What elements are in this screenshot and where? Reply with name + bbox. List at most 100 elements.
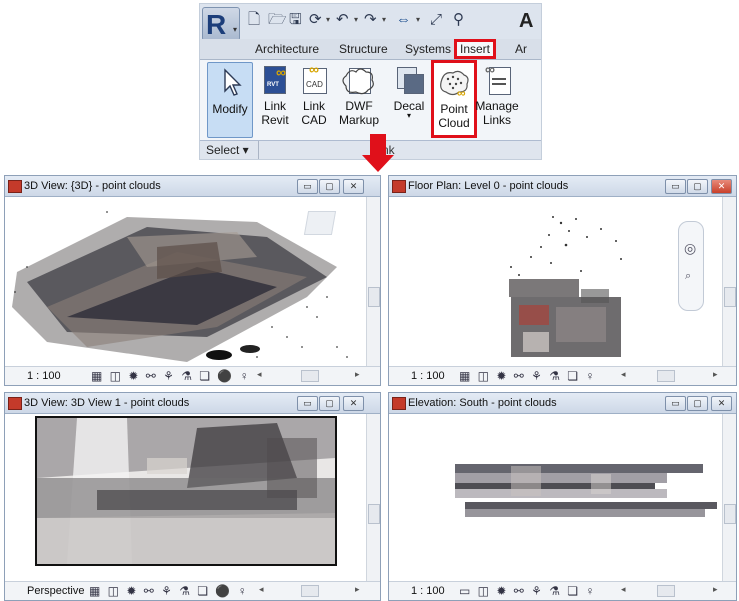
- close-button[interactable]: ✕: [711, 396, 732, 411]
- chevron-down-icon[interactable]: ▾: [382, 15, 386, 24]
- close-button[interactable]: ✕: [343, 179, 364, 194]
- view-title: 3D View: {3D} - point clouds: [24, 180, 161, 192]
- view-control-bar: 1 : 100 ▭ ◫ ✹ ⚯ ⚘ ⚗ ❏ ♀ ◂ ▸: [389, 581, 736, 600]
- view-canvas[interactable]: ◎ ⌕: [391, 197, 722, 366]
- revit-view-icon: [8, 180, 22, 193]
- scroll-right-icon[interactable]: ▸: [713, 584, 718, 595]
- maximize-button[interactable]: ▢: [319, 179, 340, 194]
- minimize-button[interactable]: ▭: [297, 179, 318, 194]
- open-folder-icon[interactable]: 🗁: [268, 12, 287, 27]
- tab-systems[interactable]: Systems: [405, 42, 451, 56]
- chevron-down-icon: ▾: [232, 25, 237, 34]
- scroll-thumb[interactable]: [368, 504, 380, 524]
- maximize-button[interactable]: ▢: [319, 396, 340, 411]
- scroll-thumb[interactable]: [724, 287, 736, 307]
- divider: [258, 141, 259, 159]
- link-cad-button[interactable]: CAD ∞ Link CAD: [296, 60, 332, 138]
- view-titlebar: Floor Plan: Level 0 - point clouds ▭ ▢ ✕: [389, 176, 736, 197]
- manage-links-button[interactable]: ∞ Manage Links: [474, 60, 520, 138]
- scroll-right-icon[interactable]: ▸: [355, 369, 360, 380]
- horizontal-scroll-thumb[interactable]: [301, 585, 319, 597]
- view-control-icons[interactable]: ▭ ◫ ✹ ⚯ ⚘ ⚗ ❏ ♀: [459, 584, 596, 598]
- scroll-left-icon[interactable]: ◂: [259, 584, 264, 595]
- view-title: Floor Plan: Level 0 - point clouds: [408, 180, 569, 192]
- view-floor-plan[interactable]: Floor Plan: Level 0 - point clouds ▭ ▢ ✕…: [388, 175, 737, 386]
- application-menu-button[interactable]: R ▾: [202, 7, 240, 41]
- manage-links-icon: ∞: [480, 61, 514, 96]
- view-control-icons[interactable]: ▦ ◫ ✹ ⚯ ⚘ ⚗ ❏ ⚫ ♀: [89, 584, 249, 598]
- scroll-left-icon[interactable]: ◂: [257, 369, 262, 380]
- chevron-down-icon[interactable]: ▾: [326, 15, 330, 24]
- minimize-button[interactable]: ▭: [665, 396, 686, 411]
- point-cloud-render: [37, 418, 335, 564]
- view-canvas[interactable]: [7, 414, 366, 581]
- undo-icon[interactable]: ↶: [336, 12, 349, 27]
- horizontal-scroll-thumb[interactable]: [301, 370, 319, 382]
- revit-view-icon: [392, 180, 406, 193]
- tab-architecture[interactable]: Architecture: [255, 42, 319, 56]
- view-scale[interactable]: Perspective: [27, 585, 84, 597]
- view-canvas[interactable]: [7, 197, 366, 366]
- aligned-dimension-icon[interactable]: ⤢: [430, 12, 442, 27]
- horizontal-scroll-thumb[interactable]: [657, 370, 675, 382]
- svg-text:∞: ∞: [457, 86, 466, 99]
- view-title: Elevation: South - point clouds: [408, 397, 557, 409]
- quick-access-toolbar: R ▾ 🗋 🗁 🖫 ⟳ ▾ ↶ ▾ ↷ ▾ ⇔ ▾ ⤢ ⚲ A: [200, 4, 541, 41]
- link-revit-label: Link Revit: [261, 99, 289, 127]
- view-titlebar: 3D View: {3D} - point clouds ▭ ▢ ✕: [5, 176, 380, 197]
- red-arrow-shaft: [370, 134, 386, 156]
- decal-button[interactable]: Decal ▾: [390, 60, 428, 138]
- scroll-thumb[interactable]: [724, 504, 736, 524]
- sync-icon[interactable]: ⟳: [309, 12, 322, 27]
- measure-icon[interactable]: ⇔: [396, 12, 411, 27]
- point-cloud-button[interactable]: ∞ Point Cloud: [431, 60, 477, 138]
- scroll-left-icon[interactable]: ◂: [621, 369, 626, 380]
- tab-structure[interactable]: Structure: [339, 42, 388, 56]
- scroll-left-icon[interactable]: ◂: [621, 584, 626, 595]
- minimize-button[interactable]: ▭: [665, 179, 686, 194]
- close-button[interactable]: ✕: [343, 396, 364, 411]
- new-file-icon[interactable]: 🗋: [248, 12, 260, 27]
- chevron-down-icon[interactable]: ▾: [416, 15, 420, 24]
- vertical-scrollbar[interactable]: [722, 197, 736, 366]
- chevron-down-icon[interactable]: ▾: [354, 15, 358, 24]
- scroll-right-icon[interactable]: ▸: [355, 584, 360, 595]
- perspective-crop-region[interactable]: [35, 416, 337, 566]
- modify-button[interactable]: Modify: [207, 62, 253, 138]
- dwf-markup-label: DWF Markup: [338, 99, 379, 127]
- view-control-icons[interactable]: ▦ ◫ ✹ ⚯ ⚘ ⚗ ❏ ♀: [459, 369, 596, 383]
- view-elevation-south[interactable]: Elevation: South - point clouds ▭ ▢ ✕ 1 …: [388, 392, 737, 601]
- save-icon[interactable]: 🖫: [289, 12, 302, 27]
- link-revit-button[interactable]: RVT ∞ Link Revit: [256, 60, 294, 138]
- maximize-button[interactable]: ▢: [687, 396, 708, 411]
- vertical-scrollbar[interactable]: [366, 414, 380, 581]
- tag-icon[interactable]: ⚲: [453, 12, 464, 27]
- ribbon-tabs: Architecture Structure Systems Insert Ar: [200, 39, 541, 60]
- revit-logo-icon: R: [206, 9, 227, 40]
- dwf-markup-button[interactable]: DWF Markup: [334, 60, 384, 138]
- view-3d-default[interactable]: 3D View: {3D} - point clouds ▭ ▢ ✕ 1 : 1…: [4, 175, 381, 386]
- horizontal-scroll-thumb[interactable]: [657, 585, 675, 597]
- point-cloud-label: Point Cloud: [438, 102, 470, 130]
- view-scale[interactable]: 1 : 100: [411, 370, 445, 382]
- revit-view-icon: [8, 397, 22, 410]
- select-dropdown[interactable]: Select ▾: [206, 143, 249, 157]
- view-3d-perspective[interactable]: 3D View: 3D View 1 - point clouds ▭ ▢ ✕ …: [4, 392, 381, 601]
- view-scale[interactable]: 1 : 100: [411, 585, 445, 597]
- view-scale[interactable]: 1 : 100: [27, 370, 61, 382]
- close-button[interactable]: ✕: [711, 179, 732, 194]
- tab-insert[interactable]: Insert: [454, 39, 497, 59]
- tab-annotate[interactable]: Ar: [515, 42, 527, 56]
- scroll-thumb[interactable]: [368, 287, 380, 307]
- link-revit-icon: RVT ∞: [258, 64, 292, 96]
- maximize-button[interactable]: ▢: [687, 179, 708, 194]
- text-tool-icon[interactable]: A: [519, 10, 533, 33]
- scroll-right-icon[interactable]: ▸: [713, 369, 718, 380]
- vertical-scrollbar[interactable]: [366, 197, 380, 366]
- view-canvas[interactable]: [391, 414, 722, 581]
- minimize-button[interactable]: ▭: [297, 396, 318, 411]
- vertical-scrollbar[interactable]: [722, 414, 736, 581]
- view-control-icons[interactable]: ▦ ◫ ✹ ⚯ ⚘ ⚗ ❏ ⚫ ♀: [91, 369, 251, 383]
- point-cloud-render: [509, 216, 622, 357]
- redo-icon[interactable]: ↷: [364, 12, 377, 27]
